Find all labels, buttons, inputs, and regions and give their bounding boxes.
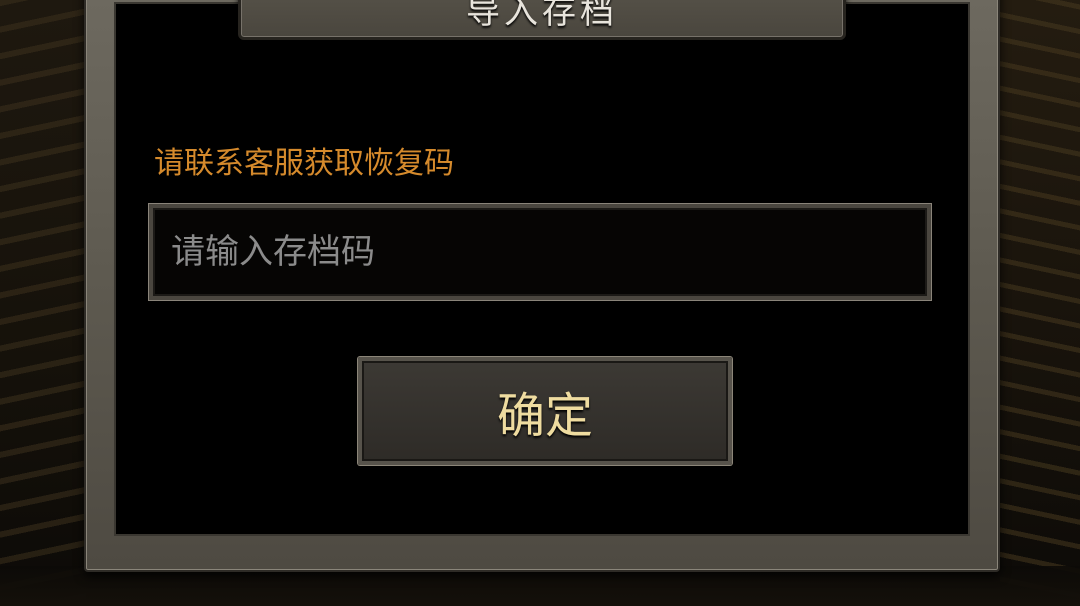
background-pillar-left [0, 0, 86, 606]
save-code-input[interactable] [153, 208, 927, 296]
background-pillar-right [1000, 0, 1080, 606]
recovery-hint: 请联系客服获取恢复码 [154, 146, 454, 181]
confirm-button[interactable]: 确定 [358, 357, 732, 465]
save-code-field[interactable] [149, 204, 931, 300]
dialog-title-plate: 导入存档 [238, 0, 846, 40]
background-floor [0, 566, 1080, 606]
dialog-title: 导入存档 [466, 0, 618, 32]
game-scene: 导入存档 请联系客服获取恢复码 确定 [0, 0, 1080, 606]
